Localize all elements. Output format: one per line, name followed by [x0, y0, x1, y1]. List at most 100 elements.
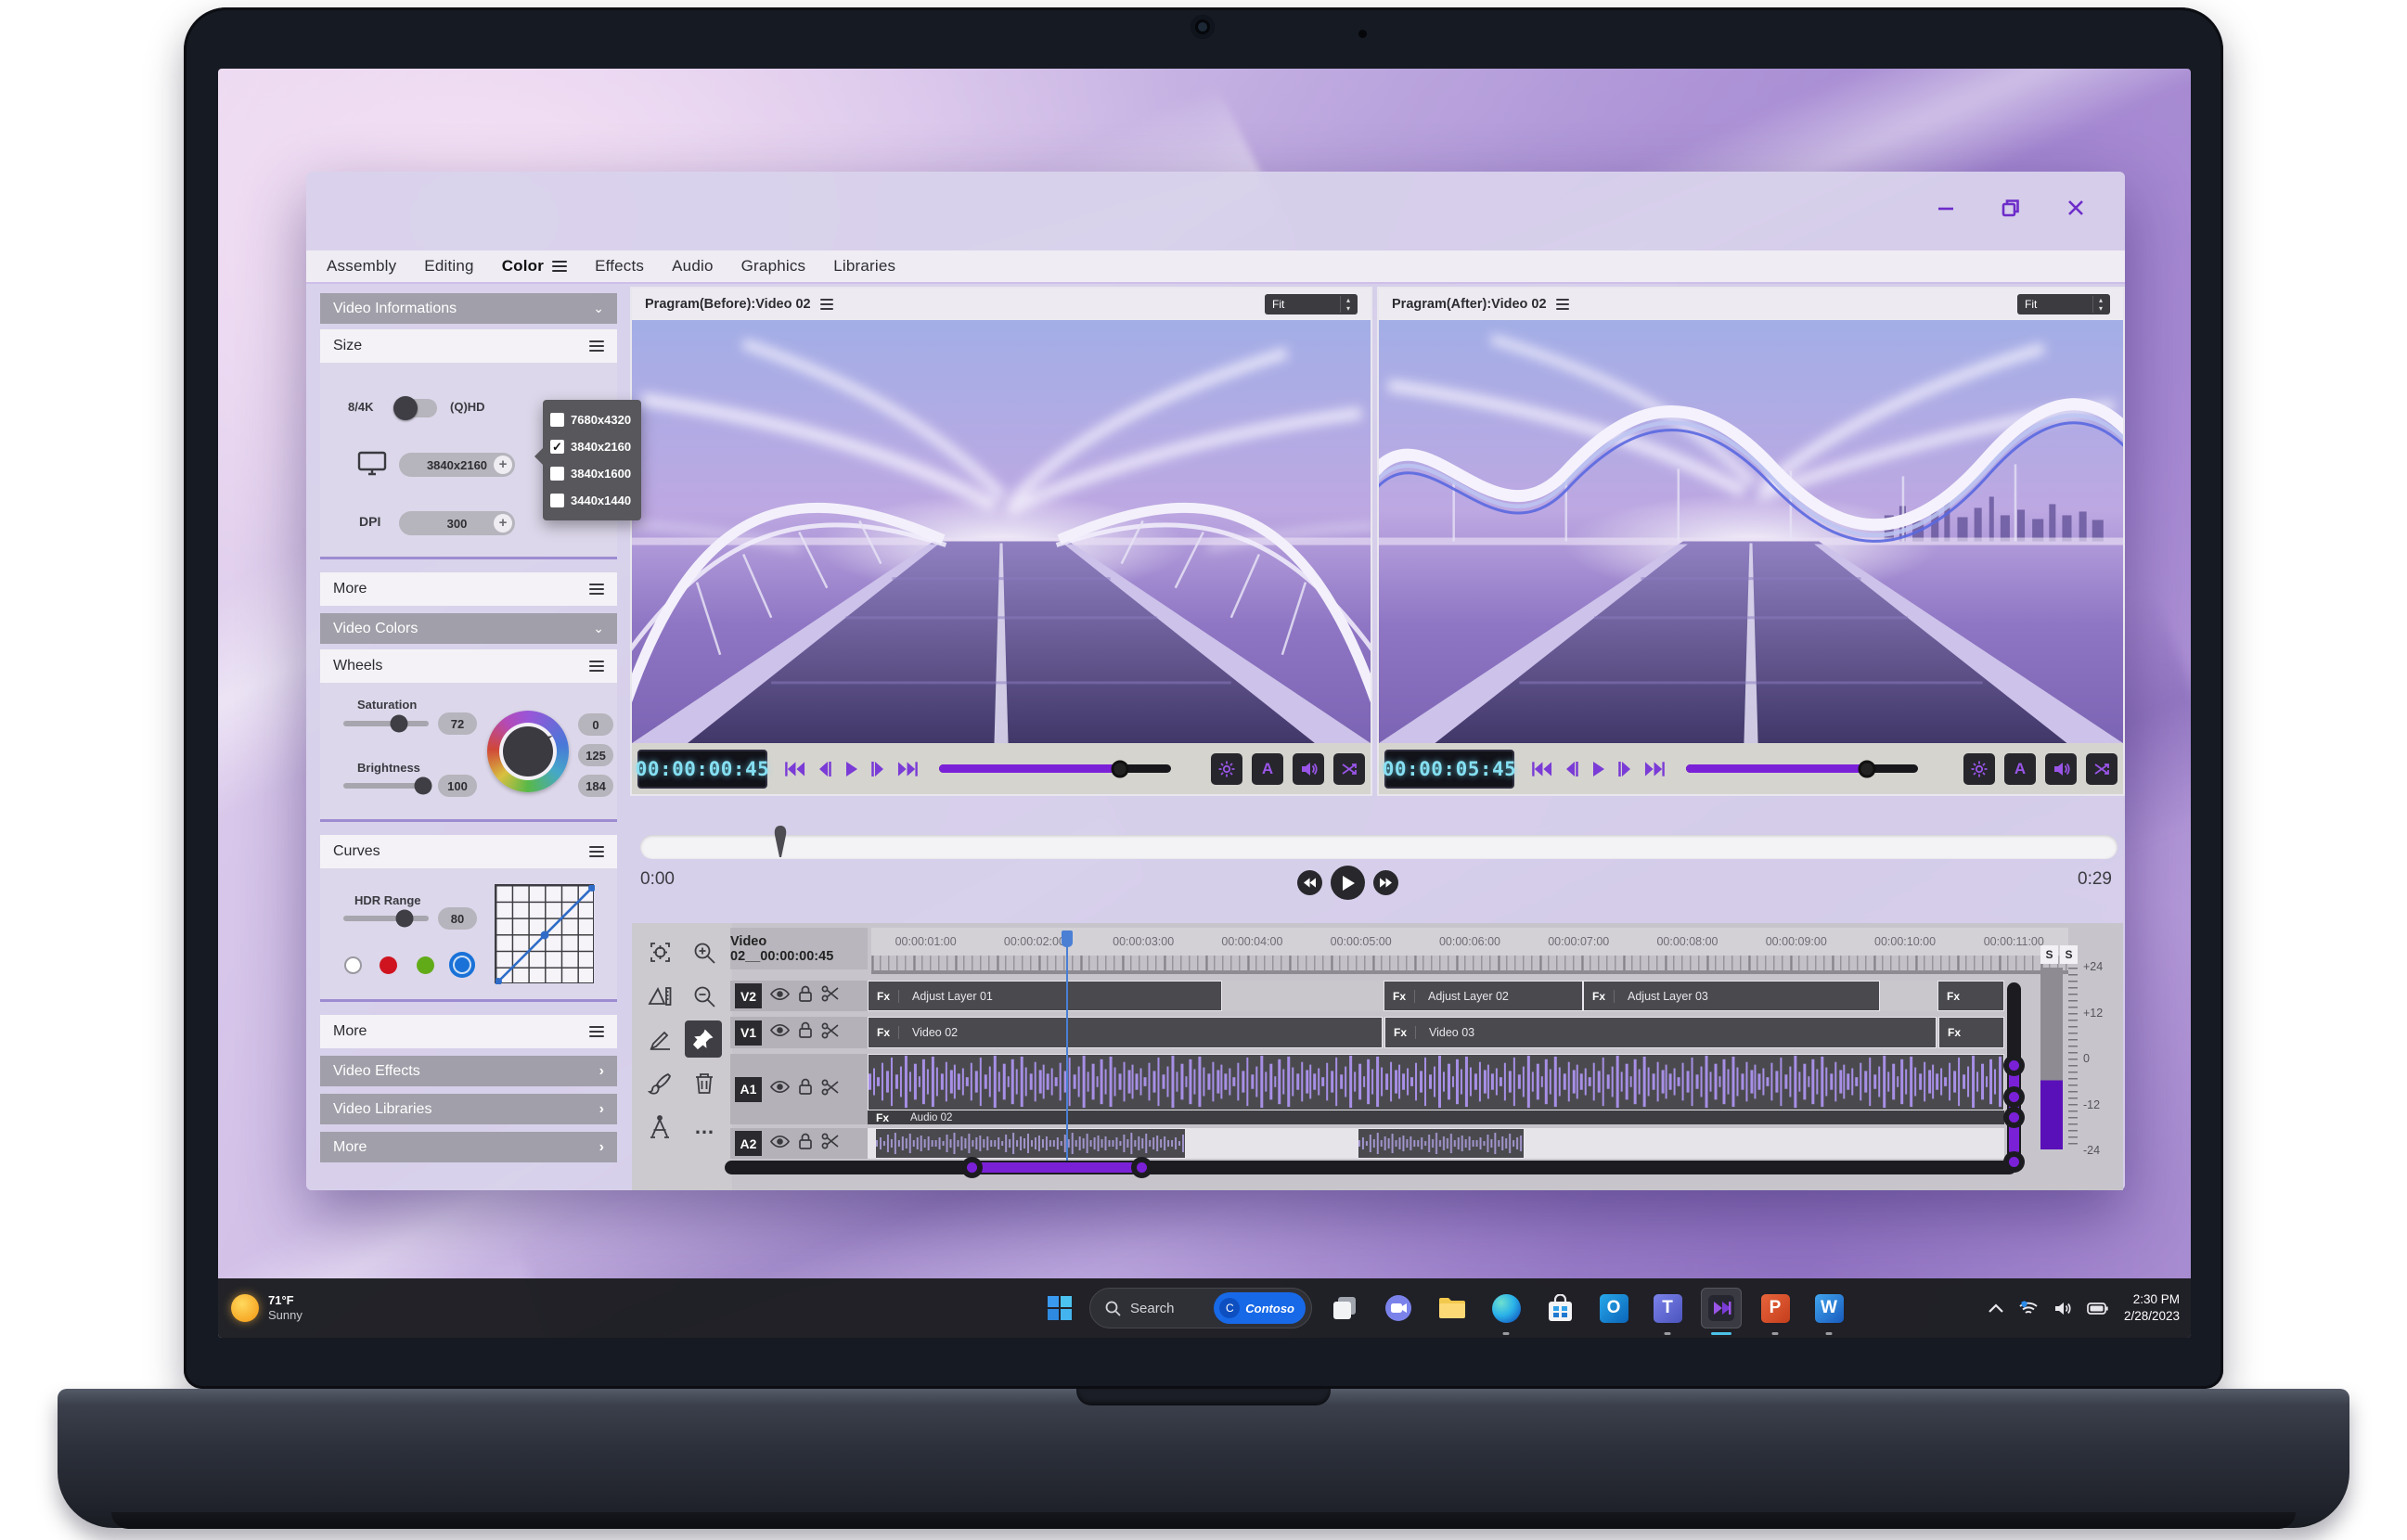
section-size-header[interactable]: Size: [320, 329, 617, 363]
clip-adjust-layer-02[interactable]: Fx Adjust Layer 02: [1384, 981, 1583, 1011]
lock-icon[interactable]: [798, 1021, 813, 1044]
progress-knob[interactable]: [1858, 760, 1876, 777]
resolution-mode-toggle[interactable]: [393, 396, 437, 420]
timeline-vertical-scrollbar[interactable]: [2003, 982, 2025, 1173]
restore-button[interactable]: [1999, 196, 2023, 220]
channel-blue-dot-selected[interactable]: [449, 952, 475, 978]
settings-button[interactable]: [1963, 752, 1995, 785]
video-frame-after[interactable]: [1379, 320, 2123, 743]
skip-end-button[interactable]: [1644, 761, 1666, 777]
sequence-scrubber[interactable]: [640, 826, 2117, 859]
scroll-handle-left[interactable]: [961, 1157, 983, 1178]
auto-button[interactable]: A: [2004, 752, 2036, 785]
clip-fx-tail[interactable]: Fx: [1937, 981, 2004, 1011]
dpi-input[interactable]: 300 +: [399, 511, 515, 535]
clip-fx-tail[interactable]: Fx: [1938, 1017, 2004, 1048]
video-editor-app-button[interactable]: [1701, 1288, 1742, 1335]
track-a1-waveform-clip[interactable]: [868, 1054, 2004, 1110]
pencil-tool[interactable]: [637, 1018, 682, 1061]
clip-video-03[interactable]: Fx Video 03: [1384, 1017, 1937, 1048]
resolution-option[interactable]: 3440x1440: [550, 487, 634, 514]
tray-chevron-icon[interactable]: [1989, 1303, 2003, 1313]
start-button[interactable]: [1042, 1290, 1077, 1326]
section-more-mid[interactable]: More: [320, 1015, 617, 1048]
scroll-handle-right[interactable]: [1131, 1157, 1152, 1178]
resolution-option[interactable]: 7680x4320: [550, 406, 634, 433]
play-button[interactable]: [1591, 761, 1605, 777]
step-forward-button[interactable]: [1617, 761, 1632, 777]
outlook-button[interactable]: O: [1593, 1288, 1634, 1328]
timeline-playhead[interactable]: [1062, 930, 1073, 1161]
scrubber-playhead[interactable]: [772, 824, 789, 861]
play-button[interactable]: [844, 761, 858, 777]
scissors-icon[interactable]: [821, 1079, 840, 1100]
rewind-button[interactable]: [1297, 870, 1322, 895]
powerpoint-button[interactable]: P: [1755, 1288, 1796, 1335]
battery-icon[interactable]: [2087, 1302, 2109, 1315]
checkbox-checked[interactable]: ✓: [550, 440, 564, 454]
scissors-icon[interactable]: [821, 985, 840, 1007]
clip-adjust-layer-03[interactable]: Fx Adjust Layer 03: [1583, 981, 1880, 1011]
volume-button[interactable]: [1293, 752, 1324, 785]
eye-icon[interactable]: [769, 1023, 791, 1042]
audio-clip-a2-2[interactable]: [1358, 1128, 1525, 1159]
menu-libraries[interactable]: Libraries: [833, 257, 895, 276]
wifi-security-icon[interactable]: [2018, 1300, 2039, 1316]
preview-progress-slider[interactable]: [1686, 760, 1918, 777]
brightness-knob[interactable]: [414, 776, 432, 795]
skip-end-button[interactable]: [897, 761, 919, 777]
video-frame-before[interactable]: [632, 320, 1371, 743]
spinner-arrows-icon[interactable]: ▴ ▾: [1339, 296, 1350, 313]
zoom-out-tool[interactable]: [682, 974, 727, 1018]
menu-graphics[interactable]: Graphics: [741, 257, 806, 276]
channel-red-dot[interactable]: [380, 956, 397, 974]
fit-dropdown[interactable]: Fit ▴ ▾: [1265, 294, 1358, 314]
resolution-option[interactable]: ✓ 3840x2160: [550, 433, 634, 460]
checkbox[interactable]: [550, 413, 564, 427]
resolution-input[interactable]: 3840x2160 +: [399, 453, 515, 477]
dpi-expand-button[interactable]: +: [494, 514, 512, 533]
section-video-colors[interactable]: Video Colors ⌄: [320, 613, 617, 644]
brightness-slider[interactable]: [343, 776, 432, 795]
clip-video-02[interactable]: Fx Video 02: [868, 1017, 1383, 1048]
minimize-button[interactable]: [1934, 196, 1958, 220]
step-back-button[interactable]: [817, 761, 832, 777]
scroll-handle[interactable]: [2003, 1055, 2025, 1076]
timeline-clip-header[interactable]: Video 02__00:00:00:45: [730, 928, 868, 969]
volume-icon[interactable]: [2053, 1301, 2072, 1316]
compass-tool[interactable]: [637, 1105, 682, 1149]
close-button[interactable]: [2064, 196, 2088, 220]
stream-button[interactable]: [1333, 752, 1365, 785]
more-tools-button[interactable]: …: [682, 1105, 727, 1149]
track-name[interactable]: V1: [735, 1020, 762, 1046]
progress-knob[interactable]: [1111, 760, 1129, 777]
channel-green-dot[interactable]: [417, 956, 434, 974]
section-video-effects[interactable]: Video Effects ›: [320, 1056, 617, 1086]
clip-adjust-layer-01[interactable]: Fx Adjust Layer 01: [868, 981, 1222, 1011]
settings-button[interactable]: [1211, 752, 1242, 785]
teams-button[interactable]: T: [1647, 1288, 1688, 1335]
auto-button[interactable]: A: [1252, 752, 1283, 785]
section-video-libraries[interactable]: Video Libraries ›: [320, 1094, 617, 1124]
eye-icon[interactable]: [769, 987, 791, 1006]
play-button[interactable]: [1331, 866, 1365, 900]
hamburger-icon[interactable]: [1555, 297, 1569, 312]
track-name[interactable]: A2: [735, 1131, 762, 1156]
eye-icon[interactable]: [769, 1135, 791, 1153]
toggle-knob[interactable]: [393, 396, 418, 420]
preview-progress-slider[interactable]: [939, 760, 1171, 777]
skip-start-button[interactable]: [784, 761, 805, 777]
brush-tool[interactable]: [637, 1061, 682, 1105]
eye-icon[interactable]: [769, 1080, 791, 1098]
scissors-icon[interactable]: [821, 1022, 840, 1044]
pin-tool-selected[interactable]: [685, 1020, 722, 1058]
hdr-range-slider[interactable]: [343, 909, 429, 928]
hamburger-icon[interactable]: [819, 297, 833, 312]
spinner-arrows-icon[interactable]: ▴ ▾: [2092, 296, 2103, 313]
contoso-badge[interactable]: C Contoso: [1214, 1292, 1306, 1324]
volume-button[interactable]: [2045, 752, 2077, 785]
scroll-handle[interactable]: [2003, 1151, 2025, 1173]
task-view-button[interactable]: [1324, 1288, 1365, 1328]
audio-clip-a2-1[interactable]: [875, 1128, 1186, 1159]
weather-widget[interactable]: 71°F Sunny: [231, 1293, 302, 1324]
